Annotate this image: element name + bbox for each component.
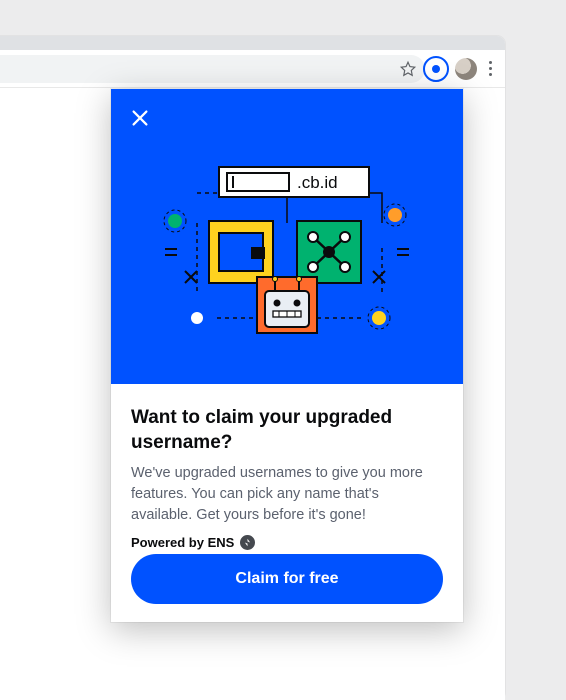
popup-title: Want to claim your upgraded username?	[131, 406, 443, 455]
kebab-menu-icon[interactable]	[483, 61, 497, 76]
powered-by-row: Powered by ENS	[131, 535, 443, 550]
popup-description: We've upgraded usernames to give you mor…	[131, 463, 443, 525]
popup-hero: .cb.id	[111, 89, 463, 384]
browser-toolbar	[0, 50, 505, 88]
profile-avatar[interactable]	[455, 58, 477, 80]
address-bar[interactable]	[0, 55, 425, 83]
bookmark-star-icon[interactable]	[399, 60, 417, 78]
close-button[interactable]	[129, 107, 151, 129]
coinbase-wallet-extension-icon[interactable]	[423, 56, 449, 82]
wallet-popup: .cb.id	[111, 89, 463, 622]
ens-icon	[240, 535, 255, 550]
domain-suffix: .cb.id	[297, 173, 338, 192]
powered-by-label: Powered by ENS	[131, 535, 234, 550]
claim-button[interactable]: Claim for free	[131, 554, 443, 604]
browser-tab-strip	[0, 36, 505, 50]
popup-body: Want to claim your upgraded username? We…	[111, 384, 463, 622]
hero-illustration: .cb.id	[157, 153, 417, 363]
